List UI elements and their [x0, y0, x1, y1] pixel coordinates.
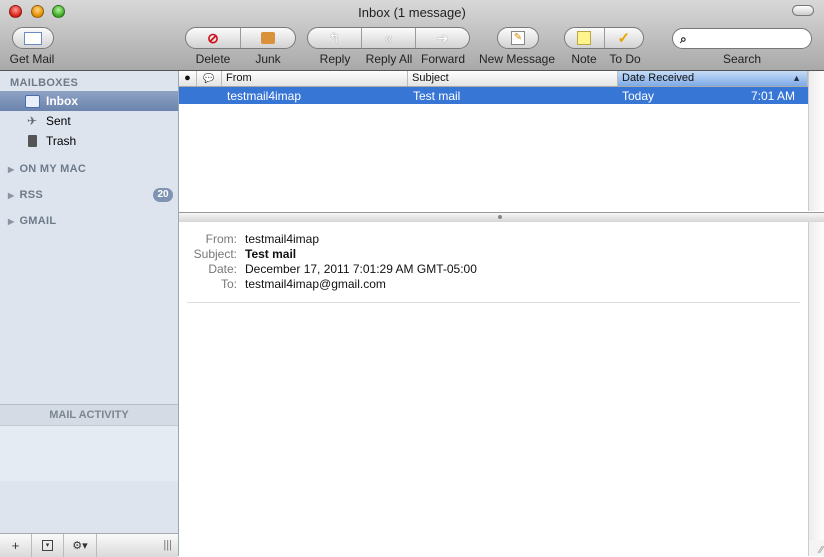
gear-icon: ⚙▾	[72, 540, 88, 552]
delete-button[interactable]: ⊘	[186, 28, 241, 48]
date-label: Date:	[208, 262, 237, 276]
sent-icon: ✈	[26, 114, 38, 128]
reply-arrow-icon: ↰	[328, 29, 341, 46]
action-menu-button[interactable]: ⚙▾	[64, 534, 97, 557]
speech-bubble-icon: 💬	[203, 73, 215, 83]
mail-activity-area	[0, 426, 178, 481]
rss-unread-badge: 20	[153, 188, 173, 202]
sidebar-group-gmail[interactable]: ▶ GMAIL	[8, 215, 56, 227]
column-date-received[interactable]: Date Received ▲	[618, 71, 808, 86]
sidebar-group-rss[interactable]: ▶ RSS	[8, 189, 43, 201]
get-mail-button[interactable]	[12, 27, 54, 49]
envelope-icon	[24, 31, 42, 45]
add-mailbox-button[interactable]: +	[0, 534, 32, 557]
search-icon: ⌕	[680, 32, 687, 46]
sidebar-item-sent[interactable]: ✈ Sent	[0, 111, 178, 131]
reply-group: ↰ « ➔	[307, 27, 470, 49]
subject-label: Subject:	[193, 247, 237, 261]
message-list-header: ● 💬 From Subject Date Received ▲	[179, 71, 808, 87]
mailboxes-header: MAILBOXES	[10, 77, 79, 89]
note-button[interactable]	[565, 28, 605, 48]
new-message-button[interactable]: ✎	[497, 27, 539, 49]
message-subject: Test mail	[413, 89, 461, 103]
resize-grip-icon: ⁄⁄	[819, 545, 823, 556]
header-divider	[187, 302, 800, 303]
message-list-scrollbar[interactable]	[808, 71, 824, 211]
search-field[interactable]: ⌕	[672, 28, 812, 49]
note-todo-group: ✓	[564, 27, 644, 49]
compose-icon: ✎	[511, 31, 525, 45]
activity-toggle-icon: ▾	[42, 540, 53, 551]
column-unread[interactable]: ●	[179, 71, 197, 86]
new-message-label: New Message	[478, 52, 556, 66]
date-value: December 17, 2011 7:01:29 AM GMT-05:00	[245, 262, 477, 276]
sidebar: MAILBOXES Inbox ✈ Sent Trash ▶ ON MY MAC …	[0, 71, 179, 556]
message-from: testmail4imap	[227, 89, 302, 103]
sidebar-item-label: Trash	[46, 134, 77, 148]
mail-activity-header: MAIL ACTIVITY	[0, 404, 178, 426]
sidebar-item-label: Sent	[46, 114, 71, 128]
delete-junk-group: ⊘	[185, 27, 296, 49]
group-label: ON MY MAC	[19, 163, 87, 175]
reply-all-arrow-icon: «	[384, 30, 393, 46]
column-subject[interactable]: Subject	[408, 71, 618, 86]
junk-button[interactable]	[241, 28, 295, 48]
forward-arrow-icon: ➔	[436, 29, 449, 46]
reply-button[interactable]: ↰	[308, 28, 362, 48]
to-value[interactable]: testmail4imap@gmail.com	[245, 277, 386, 291]
message-row[interactable]: testmail4imap Test mail Today 7:01 AM	[179, 87, 808, 104]
junk-label: Junk	[255, 52, 281, 66]
sidebar-item-label: Inbox	[46, 94, 78, 108]
to-label: To:	[220, 277, 237, 291]
note-label: Note	[571, 52, 597, 66]
inbox-icon	[24, 94, 40, 108]
todo-button[interactable]: ✓	[605, 28, 644, 48]
window-resize-grip[interactable]: ⁄⁄	[808, 540, 824, 556]
forward-button[interactable]: ➔	[416, 28, 469, 48]
reply-label: Reply	[319, 52, 351, 66]
sidebar-resize-handle[interactable]: |||	[97, 534, 178, 557]
unread-dot-icon: ●	[184, 72, 191, 84]
sort-ascending-icon: ▲	[792, 73, 801, 83]
reply-all-button[interactable]: «	[362, 28, 416, 48]
disclosure-triangle-icon[interactable]: ▶	[8, 165, 14, 174]
junk-bag-icon	[261, 32, 275, 44]
group-label: RSS	[19, 189, 43, 201]
message-preview: From: testmail4imap Subject: Test mail D…	[179, 222, 808, 556]
sidebar-item-trash[interactable]: Trash	[0, 131, 178, 151]
message-date: Today	[622, 89, 655, 103]
trash-icon	[24, 134, 40, 148]
todo-label: To Do	[609, 52, 641, 66]
sidebar-group-on-my-mac[interactable]: ▶ ON MY MAC	[8, 163, 86, 175]
splitter-grip-icon	[498, 215, 502, 219]
from-value[interactable]: testmail4imap	[245, 232, 319, 246]
get-mail-label: Get Mail	[9, 52, 55, 66]
subject-value: Test mail	[245, 247, 297, 261]
disclosure-triangle-icon[interactable]: ▶	[8, 217, 14, 226]
sidebar-item-inbox[interactable]: Inbox	[0, 91, 178, 111]
sidebar-bottom-bar: + ▾ ⚙▾ |||	[0, 533, 178, 557]
no-entry-icon: ⊘	[207, 29, 219, 46]
message-time: 7:01 AM	[750, 89, 795, 103]
column-flag[interactable]: 💬	[197, 71, 222, 86]
forward-label: Forward	[420, 52, 466, 66]
disclosure-triangle-icon[interactable]: ▶	[8, 191, 14, 200]
window-title: Inbox (1 message)	[358, 5, 466, 20]
preview-scrollbar[interactable]	[808, 222, 824, 540]
reply-all-label: Reply All	[365, 52, 413, 66]
delete-label: Delete	[195, 52, 231, 66]
plus-icon: +	[11, 538, 20, 553]
from-label: From:	[205, 232, 237, 246]
show-activity-button[interactable]: ▾	[32, 534, 64, 557]
group-label: GMAIL	[19, 215, 57, 227]
column-from[interactable]: From	[222, 71, 408, 86]
column-date-label: Date Received	[622, 72, 695, 84]
toolbar: Inbox (1 message) Get Mail ⊘ Delete Junk…	[0, 0, 824, 71]
note-icon	[577, 31, 592, 45]
toolbar-toggle-button[interactable]	[792, 5, 814, 16]
search-label: Search	[722, 52, 762, 66]
checkmark-icon: ✓	[617, 30, 631, 47]
